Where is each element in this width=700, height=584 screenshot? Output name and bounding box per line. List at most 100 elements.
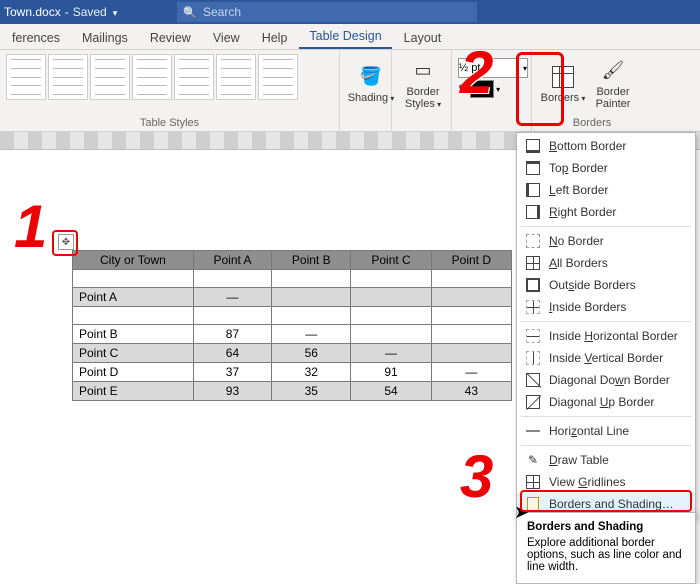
table-cell[interactable]: [431, 325, 511, 344]
table-cell[interactable]: 43: [431, 382, 511, 401]
menu-right-border[interactable]: Right Border: [517, 201, 695, 223]
table-cell[interactable]: Point C: [73, 344, 194, 363]
table-cell[interactable]: [351, 325, 431, 344]
table-header[interactable]: Point D: [431, 251, 511, 270]
table-cell[interactable]: 91: [351, 363, 431, 382]
menu-outside-borders[interactable]: Outside Borders: [517, 274, 695, 296]
tab-references[interactable]: ferences: [2, 27, 70, 49]
menu-separator: [521, 321, 691, 322]
menu-no-border[interactable]: No Border: [517, 230, 695, 252]
menu-inside-horizontal-border[interactable]: Inside Horizontal Border: [517, 325, 695, 347]
table-cell[interactable]: —: [193, 288, 271, 307]
table-cell[interactable]: 93: [193, 382, 271, 401]
menu-all-borders[interactable]: All Borders: [517, 252, 695, 274]
search-icon: [183, 5, 197, 19]
pencil-icon: ✎: [525, 452, 541, 468]
paint-bucket-icon: 🪣: [358, 64, 384, 90]
title-bar: Town.docx - Saved Search: [0, 0, 700, 24]
border-painter-icon: 🖌: [600, 58, 626, 84]
table-style-gallery[interactable]: [6, 54, 333, 100]
tab-review[interactable]: Review: [140, 27, 201, 49]
search-input[interactable]: Search: [177, 2, 477, 22]
table-cell[interactable]: [351, 288, 431, 307]
table-cell[interactable]: 56: [272, 344, 351, 363]
table-header[interactable]: City or Town: [73, 251, 194, 270]
table-cell[interactable]: 87: [193, 325, 271, 344]
menu-horizontal-line[interactable]: Horizontal Line: [517, 420, 695, 442]
tab-layout[interactable]: Layout: [394, 27, 452, 49]
table-header[interactable]: Point A: [193, 251, 271, 270]
table-cell[interactable]: [193, 307, 271, 325]
tab-mailings[interactable]: Mailings: [72, 27, 138, 49]
table-row[interactable]: Point E93355443: [73, 382, 512, 401]
table-cell[interactable]: [272, 270, 351, 288]
table-cell[interactable]: [431, 288, 511, 307]
table-cell[interactable]: 64: [193, 344, 271, 363]
table-cell[interactable]: Point B: [73, 325, 194, 344]
table-style-thumb[interactable]: [216, 54, 256, 100]
table-cell[interactable]: [272, 288, 351, 307]
table-style-thumb[interactable]: [6, 54, 46, 100]
table-cell[interactable]: 32: [272, 363, 351, 382]
menu-bottom-border[interactable]: BBottom Borderottom Border: [517, 135, 695, 157]
border-painter-button[interactable]: 🖌 BorderPainter: [588, 54, 638, 114]
menu-inside-vertical-border[interactable]: Inside Vertical Border: [517, 347, 695, 369]
table-style-thumb[interactable]: [258, 54, 298, 100]
table-row[interactable]: Point D373291—: [73, 363, 512, 382]
table-cell[interactable]: Point E: [73, 382, 194, 401]
table-header[interactable]: Point B: [272, 251, 351, 270]
shading-button[interactable]: 🪣 Shading: [346, 54, 396, 114]
menu-draw-table[interactable]: ✎Draw Table: [517, 449, 695, 471]
table-cell[interactable]: 54: [351, 382, 431, 401]
menu-diagonal-up-border[interactable]: Diagonal Up Border: [517, 391, 695, 413]
table-row[interactable]: [73, 307, 512, 325]
table-cell[interactable]: —: [431, 363, 511, 382]
table-style-thumb[interactable]: [48, 54, 88, 100]
table-row[interactable]: Point A—: [73, 288, 512, 307]
table-header-row[interactable]: City or Town Point A Point B Point C Poi…: [73, 251, 512, 270]
table-cell[interactable]: 37: [193, 363, 271, 382]
table-cell[interactable]: [73, 307, 194, 325]
table-style-thumb[interactable]: [90, 54, 130, 100]
menu-separator: [521, 416, 691, 417]
table-cell[interactable]: [351, 307, 431, 325]
table-cell[interactable]: Point D: [73, 363, 194, 382]
table-cell[interactable]: [431, 307, 511, 325]
callout-1: 1: [14, 192, 47, 261]
menu-left-border[interactable]: Left Border: [517, 179, 695, 201]
border-styles-button[interactable]: ▭ Border Styles: [398, 54, 448, 114]
tab-help[interactable]: Help: [252, 27, 298, 49]
table-cell[interactable]: Point A: [73, 288, 194, 307]
tab-table-design[interactable]: Table Design: [299, 25, 391, 49]
table-style-thumb[interactable]: [132, 54, 172, 100]
menu-top-border[interactable]: Top Border: [517, 157, 695, 179]
document-name: Town.docx: [4, 5, 61, 19]
table-cell[interactable]: [351, 270, 431, 288]
tooltip-title: Borders and Shading: [527, 521, 685, 533]
table-row[interactable]: Point B87—: [73, 325, 512, 344]
menu-inside-borders[interactable]: Inside Borders: [517, 296, 695, 318]
table-cell[interactable]: [193, 270, 271, 288]
table-cell[interactable]: [73, 270, 194, 288]
table-cell[interactable]: 35: [272, 382, 351, 401]
table-row[interactable]: [73, 270, 512, 288]
table-header[interactable]: Point C: [351, 251, 431, 270]
group-table-styles: Table Styles: [0, 50, 340, 131]
border-styles-icon: ▭: [410, 58, 436, 84]
callout-2-outline: [516, 52, 564, 126]
title-dropdown-icon[interactable]: [111, 5, 118, 19]
table-style-thumb[interactable]: [174, 54, 214, 100]
ribbon-tabs: ferences Mailings Review View Help Table…: [0, 24, 700, 50]
table-cell[interactable]: [272, 307, 351, 325]
table-cell[interactable]: [431, 344, 511, 363]
tooltip-borders-and-shading: Borders and Shading Explore additional b…: [516, 512, 696, 584]
table-cell[interactable]: [431, 270, 511, 288]
save-status: Saved: [73, 5, 107, 19]
ribbon: Table Styles 🪣 Shading ▭ Border Styles ½…: [0, 50, 700, 132]
table-row[interactable]: Point C6456—: [73, 344, 512, 363]
table-cell[interactable]: —: [351, 344, 431, 363]
table-cell[interactable]: —: [272, 325, 351, 344]
data-table[interactable]: City or Town Point A Point B Point C Poi…: [72, 250, 512, 401]
menu-diagonal-down-border[interactable]: Diagonal Down Border: [517, 369, 695, 391]
tab-view[interactable]: View: [203, 27, 250, 49]
